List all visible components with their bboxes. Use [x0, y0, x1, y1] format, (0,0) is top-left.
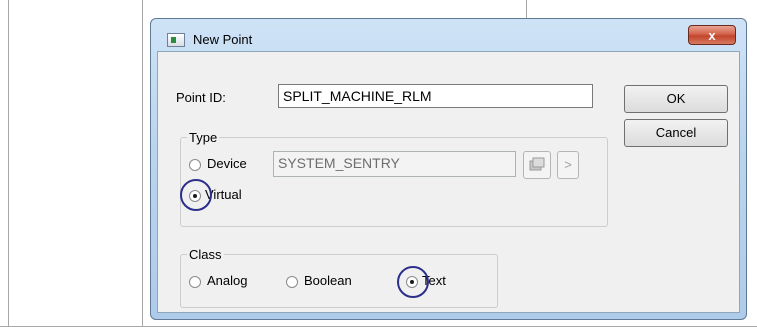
boolean-radio-label: Boolean — [304, 273, 352, 288]
close-button[interactable]: x — [688, 25, 736, 45]
device-browse-icon-button[interactable] — [523, 151, 551, 179]
class-group-title: Class — [187, 247, 224, 262]
dialog-body: Point ID: SPLIT_MACHINE_RLM OK Cancel Ty… — [157, 51, 740, 313]
new-point-dialog: New Point x Point ID: SPLIT_MACHINE_RLM … — [150, 18, 747, 320]
device-radio-label: Device — [207, 156, 247, 171]
point-id-input[interactable]: SPLIT_MACHINE_RLM — [278, 84, 593, 108]
device-radio[interactable] — [189, 159, 201, 171]
text-highlight-circle — [397, 266, 429, 298]
analog-radio[interactable] — [189, 276, 201, 288]
class-group: Class Analog Boolean Text — [180, 247, 498, 308]
device-next-button[interactable]: > — [557, 151, 579, 179]
cancel-button[interactable]: Cancel — [624, 119, 728, 147]
point-id-label: Point ID: — [176, 90, 226, 105]
page-divider-middle — [142, 0, 143, 327]
window-app-icon — [167, 33, 185, 47]
dialog-title: New Point — [193, 32, 253, 47]
type-group: Type Device SYSTEM_SENTRY > Virtual — [180, 130, 608, 227]
page-divider-left — [8, 0, 9, 327]
type-group-title: Type — [187, 130, 220, 145]
browse-device-icon — [529, 157, 545, 171]
analog-radio-label: Analog — [207, 273, 248, 288]
virtual-highlight-circle — [180, 179, 212, 211]
ok-button[interactable]: OK — [624, 85, 728, 113]
device-input[interactable]: SYSTEM_SENTRY — [273, 151, 516, 177]
boolean-radio[interactable] — [286, 276, 298, 288]
page-divider-top — [526, 0, 527, 20]
